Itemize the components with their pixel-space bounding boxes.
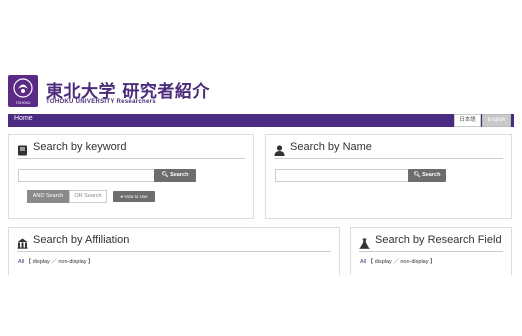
person-icon (274, 143, 285, 156)
name-search-button[interactable]: 🔍︎ Search (408, 169, 446, 182)
and-search-toggle[interactable]: AND Search (27, 190, 69, 203)
name-search-label: Search (422, 172, 441, 178)
question-icon: ● (120, 194, 124, 199)
logo-text: TOHOKU (16, 101, 31, 105)
top-whitespace (0, 0, 522, 72)
flask-icon (359, 236, 370, 249)
keyword-search-panel: Search by keyword 🔍︎ Search AND Search O… (8, 134, 254, 219)
or-search-toggle[interactable]: OR Search (69, 190, 107, 203)
institution-icon (17, 236, 28, 249)
keyword-panel-header: Search by keyword (17, 141, 245, 159)
affiliation-all-link[interactable]: All (18, 259, 24, 265)
name-search-input[interactable] (275, 169, 411, 182)
book-icon (17, 143, 28, 156)
how-to-use-label: How to Use (124, 194, 148, 199)
search-icon: 🔍︎ (413, 172, 421, 178)
lang-japanese-button[interactable]: 日本語 (454, 114, 481, 127)
keyword-search-label: Search (170, 172, 189, 178)
nav-home-link[interactable]: Home (14, 115, 33, 122)
site-header: TOHOKU 東北大学 研究者紹介 TOHOKU UNIVERSITY Rese… (8, 75, 514, 113)
name-panel-header: Search by Name (274, 141, 503, 159)
field-panel-header: Search by Research Field (359, 234, 503, 252)
research-field-search-panel: Search by Research Field All 【 display ／… (350, 227, 512, 275)
keyword-search-input[interactable] (18, 169, 158, 182)
university-logo-icon[interactable]: TOHOKU (8, 75, 38, 107)
affiliation-display-toggle: All 【 display ／ non-display 】 (18, 257, 94, 265)
main-navbar: Home 日本語 English (8, 114, 514, 127)
field-panel-title: Search by Research Field (375, 234, 502, 246)
affiliation-search-panel: Search by Affiliation All 【 display ／ no… (8, 227, 340, 275)
keyword-panel-title: Search by keyword (33, 141, 127, 153)
field-all-link[interactable]: All (360, 259, 366, 265)
affiliation-panel-title: Search by Affiliation (33, 234, 130, 246)
affiliation-display-link[interactable]: 【 display ／ non-display 】 (26, 259, 94, 265)
how-to-use-button[interactable]: ● How to Use (113, 191, 155, 202)
keyword-search-button[interactable]: 🔍︎ Search (154, 169, 196, 182)
site-title-en: TOHOKU UNIVERSITY Researchers (46, 99, 156, 105)
field-display-toggle: All 【 display ／ non-display 】 (360, 257, 436, 265)
lang-english-button[interactable]: English (482, 114, 511, 127)
name-search-panel: Search by Name 🔍︎ Search (265, 134, 512, 219)
affiliation-panel-header: Search by Affiliation (17, 234, 331, 252)
name-panel-title: Search by Name (290, 141, 372, 153)
field-display-link[interactable]: 【 display ／ non-display 】 (368, 259, 436, 265)
search-icon: 🔍︎ (161, 172, 169, 178)
